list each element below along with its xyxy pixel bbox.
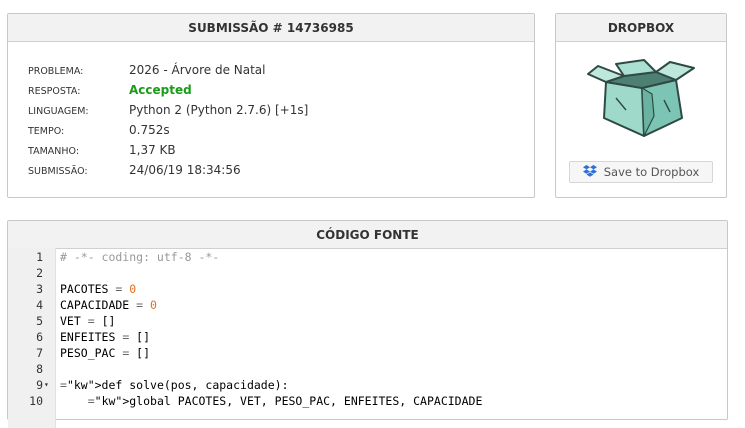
line-content: VET = [] <box>60 314 116 328</box>
code-line: 5 VET = [] <box>8 313 727 329</box>
problem-value: 2026 - Árvore de Natal <box>129 63 266 77</box>
line-content: ENFEITES = [] <box>60 330 151 344</box>
code-line: 6 ENFEITES = [] <box>8 329 727 345</box>
code-line: 4 CAPACIDADE = 0 <box>8 297 727 313</box>
dropbox-icon <box>582 164 597 180</box>
line-number: 8 <box>36 362 43 376</box>
code-line: 1 # -*- coding: utf-8 -*- <box>8 249 727 265</box>
dropbox-panel: DROPBOX Save to Dropbox <box>555 13 727 198</box>
response-label: RESPOSTA: <box>28 86 81 97</box>
save-to-dropbox-label: Save to Dropbox <box>603 165 700 179</box>
line-number: 3 <box>36 282 43 296</box>
time-value: 0.752s <box>129 123 170 137</box>
fold-arrow-icon[interactable]: ▾ <box>44 377 49 393</box>
code-line: 8 <box>8 361 727 377</box>
response-status: Accepted <box>129 83 192 97</box>
save-to-dropbox-button[interactable]: Save to Dropbox <box>569 161 713 183</box>
line-number: 10 <box>29 394 43 408</box>
line-number: 9 <box>36 378 43 392</box>
code-line: 7 PESO_PAC = [] <box>8 345 727 361</box>
line-number: 7 <box>36 346 43 360</box>
line-number: 1 <box>36 250 43 264</box>
size-value: 1,37 KB <box>129 143 176 157</box>
dropbox-header: DROPBOX <box>556 14 726 42</box>
source-code-header: CÓDIGO FONTE <box>8 221 727 249</box>
code-line: 9 ▾ ="kw">def solve(pos, capacidade): <box>8 377 727 393</box>
code-line: 2 <box>8 265 727 281</box>
code-editor[interactable]: 1 # -*- coding: utf-8 -*- 2 3 PACOTES = 0 4 CA… <box>8 248 727 428</box>
line-content: ="kw">global PACOTES, VET, PESO_PAC, ENF… <box>87 394 483 408</box>
language-value: Python 2 (Python 2.7.6) [+1s] <box>129 103 309 117</box>
problem-label: PROBLEMA: <box>28 66 84 77</box>
size-label: TAMANHO: <box>28 146 80 157</box>
line-content: CAPACIDADE = 0 <box>60 298 157 312</box>
date-label: SUBMISSÃO: <box>28 166 88 177</box>
line-number: 5 <box>36 314 43 328</box>
language-label: LINGUAGEM: <box>28 106 89 117</box>
date-value: 24/06/19 18:34:56 <box>129 163 241 177</box>
submission-panel: SUBMISSÃO # 14736985 PROBLEMA: 2026 - Ár… <box>7 13 535 198</box>
source-code-panel: CÓDIGO FONTE 1 # -*- coding: utf-8 -*- 2 3 P… <box>7 220 728 428</box>
line-number: 2 <box>36 266 43 280</box>
code-line: 3 PACOTES = 0 <box>8 281 727 297</box>
code-line: 10 ="kw">global PACOTES, VET, PESO_PAC, … <box>8 393 727 409</box>
line-number: 4 <box>36 298 43 312</box>
time-label: TEMPO: <box>28 126 65 137</box>
line-number: 6 <box>36 330 43 344</box>
submission-header: SUBMISSÃO # 14736985 <box>8 14 534 42</box>
line-content: # -*- coding: utf-8 -*- <box>60 250 220 264</box>
line-content: ="kw">def solve(pos, capacidade): <box>60 378 289 392</box>
line-content: PESO_PAC = [] <box>60 346 151 360</box>
line-content: PACOTES = 0 <box>60 282 137 296</box>
open-box-illustration <box>586 58 698 148</box>
